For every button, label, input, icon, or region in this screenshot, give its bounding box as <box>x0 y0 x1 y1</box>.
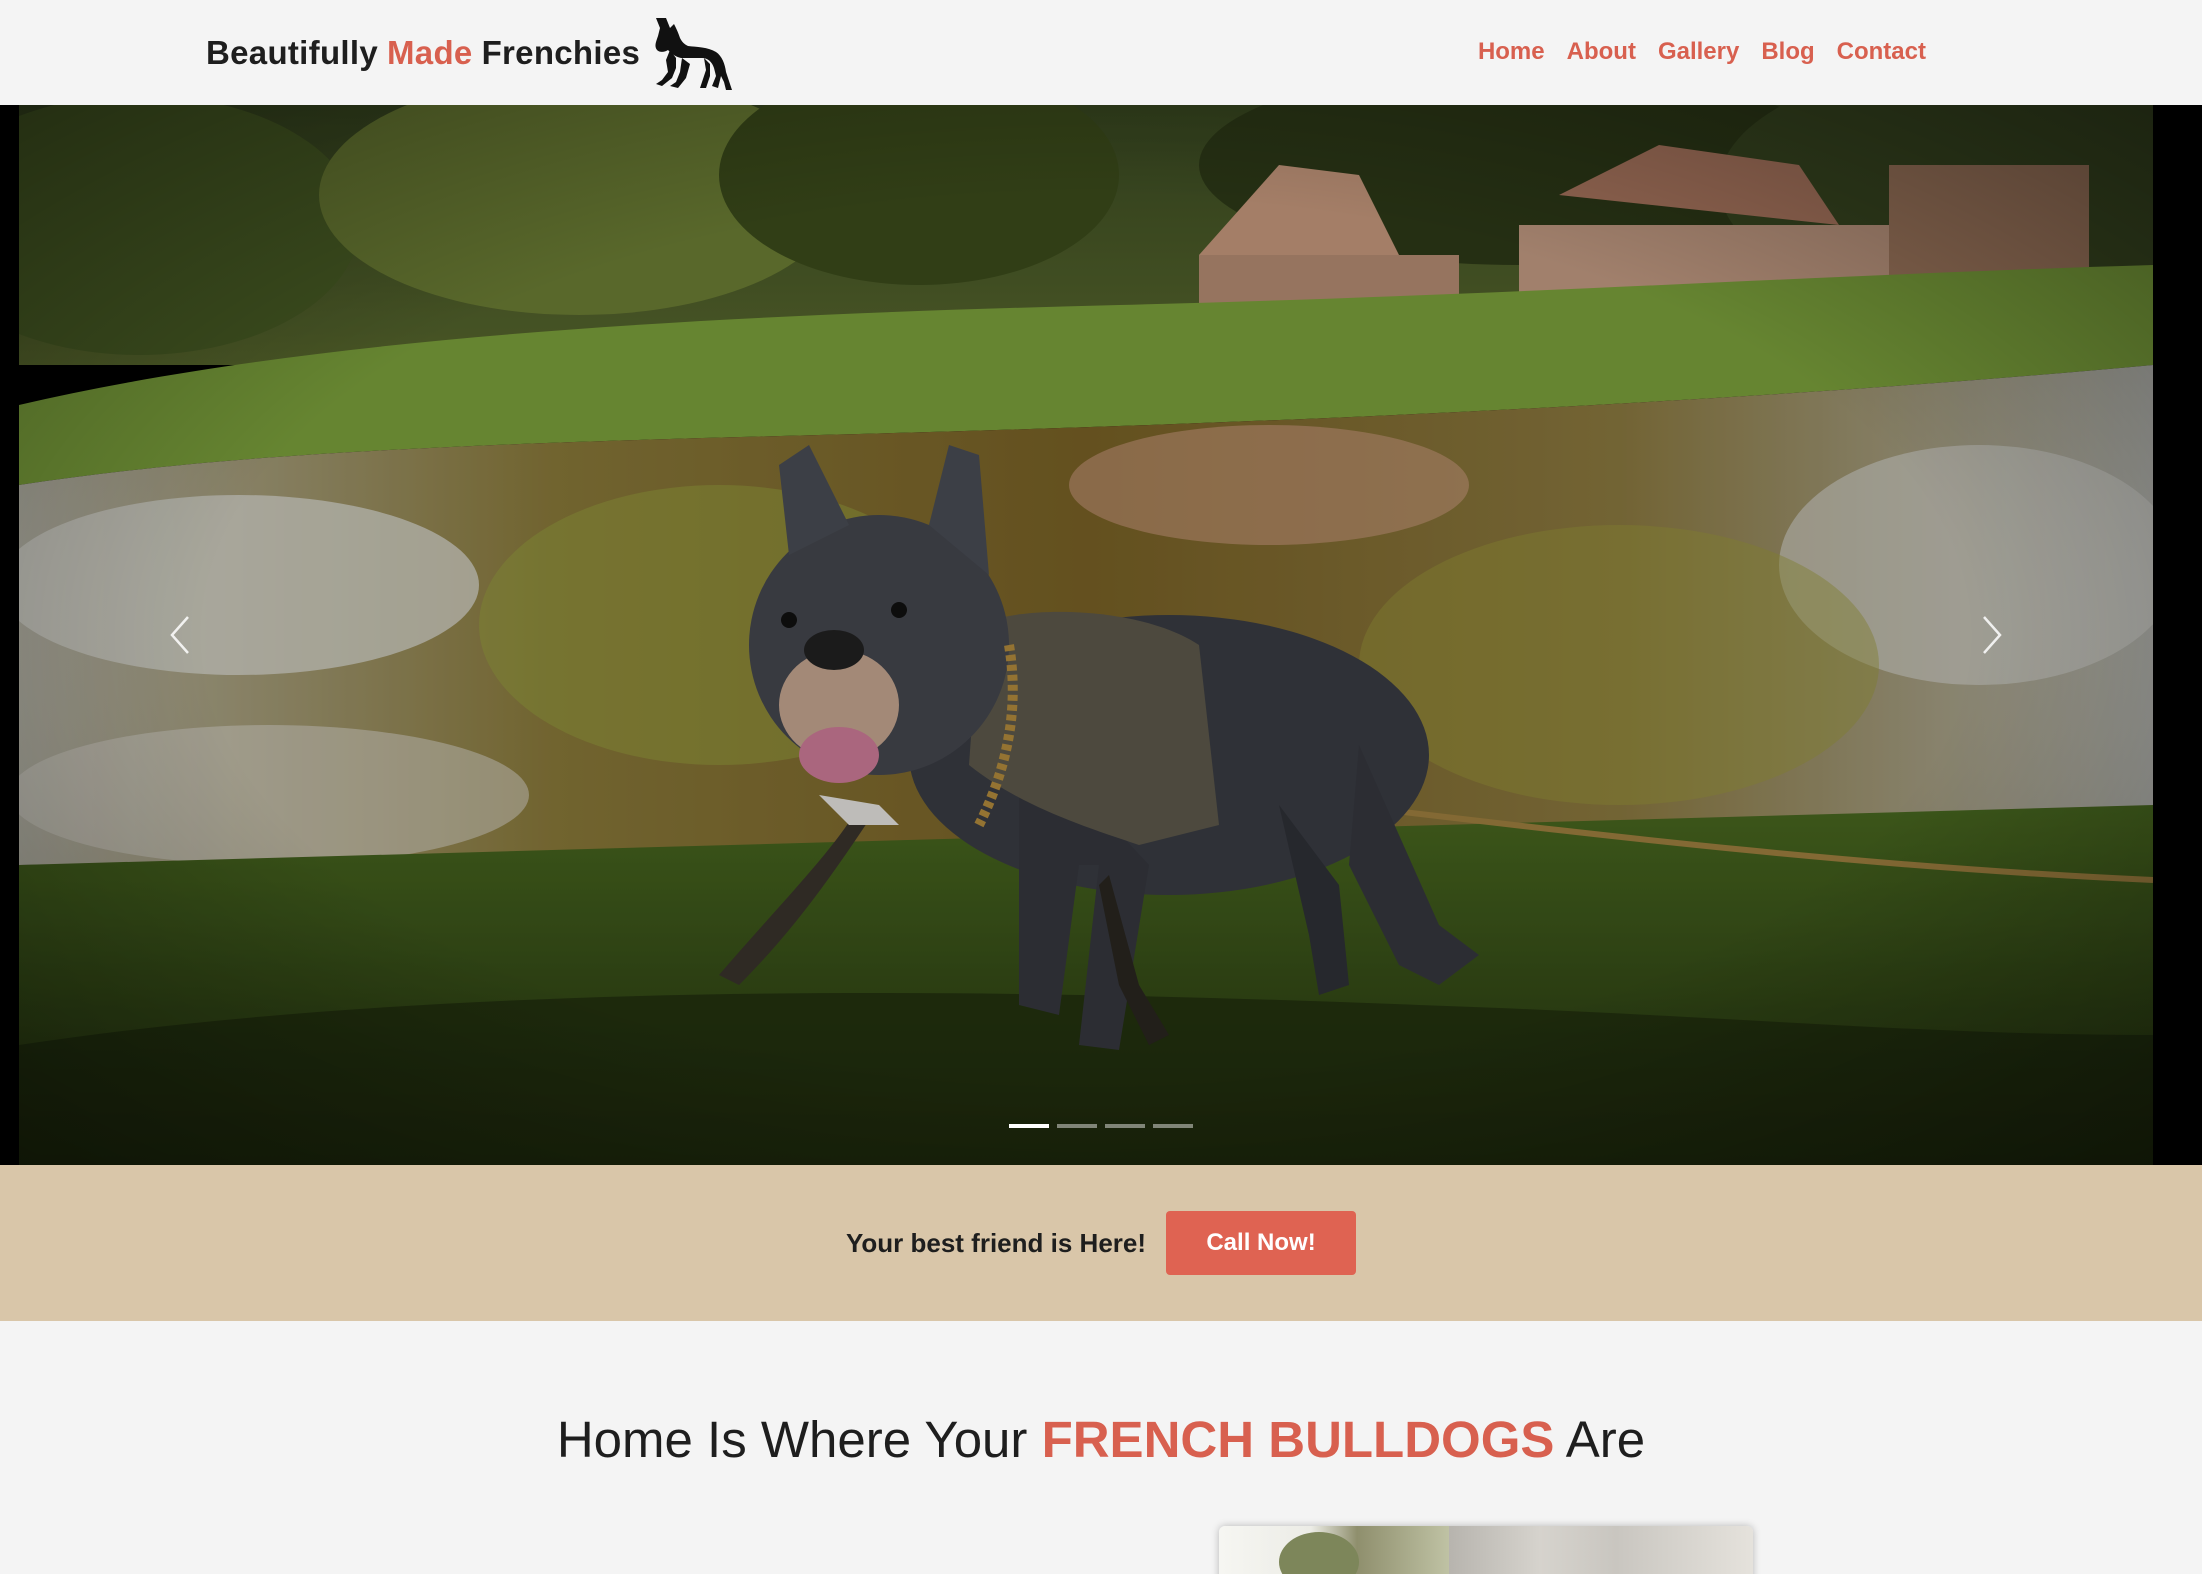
nav-about-link[interactable]: About <box>1567 38 1636 66</box>
nav-contact-link[interactable]: Contact <box>1837 38 1926 66</box>
section-title-accent: FRENCH BULLDOGS <box>1041 1411 1555 1468</box>
carousel-indicator-3[interactable] <box>1105 1124 1145 1128</box>
brand-link[interactable]: Beautifully Made Frenchies <box>206 14 734 92</box>
nav-blog-link[interactable]: Blog <box>1761 38 1814 66</box>
carousel-prev-button[interactable] <box>150 595 210 675</box>
carousel-indicator-4[interactable] <box>1153 1124 1193 1128</box>
carousel-slide-image <box>19 105 2153 1165</box>
chevron-right-icon <box>1983 616 2002 654</box>
section-title: Home Is Where Your FRENCH BULLDOGS Are <box>0 1410 2202 1469</box>
main-nav: Home About Gallery Blog Contact <box>1478 30 1926 74</box>
carousel-next-button[interactable] <box>1962 595 2022 675</box>
carousel-indicator-1[interactable] <box>1009 1124 1049 1128</box>
brand-text-1: Beautifully <box>206 34 378 71</box>
section-title-part2: Are <box>1565 1411 1646 1468</box>
carousel-indicators <box>0 1124 2202 1134</box>
brand-text-2: Made <box>387 34 473 71</box>
hero-carousel <box>0 105 2202 1165</box>
carousel-indicator-2[interactable] <box>1057 1124 1097 1128</box>
nav-gallery-link[interactable]: Gallery <box>1658 38 1739 66</box>
gallery-preview-image <box>1219 1526 1753 1574</box>
call-now-button[interactable]: Call Now! <box>1166 1211 1357 1275</box>
nav-home-link[interactable]: Home <box>1478 38 1545 66</box>
french-bulldog-logo-icon <box>655 18 733 90</box>
section-title-part1: Home Is Where Your <box>556 1411 1028 1468</box>
cta-text: Your best friend is Here! <box>845 1227 1147 1258</box>
cta-band: Your best friend is Here! Call Now! <box>0 1165 2202 1321</box>
brand-text-3: Frenchies <box>481 34 641 71</box>
navbar: Beautifully Made Frenchies Home About Ga… <box>0 0 2202 105</box>
chevron-left-icon <box>170 616 189 654</box>
